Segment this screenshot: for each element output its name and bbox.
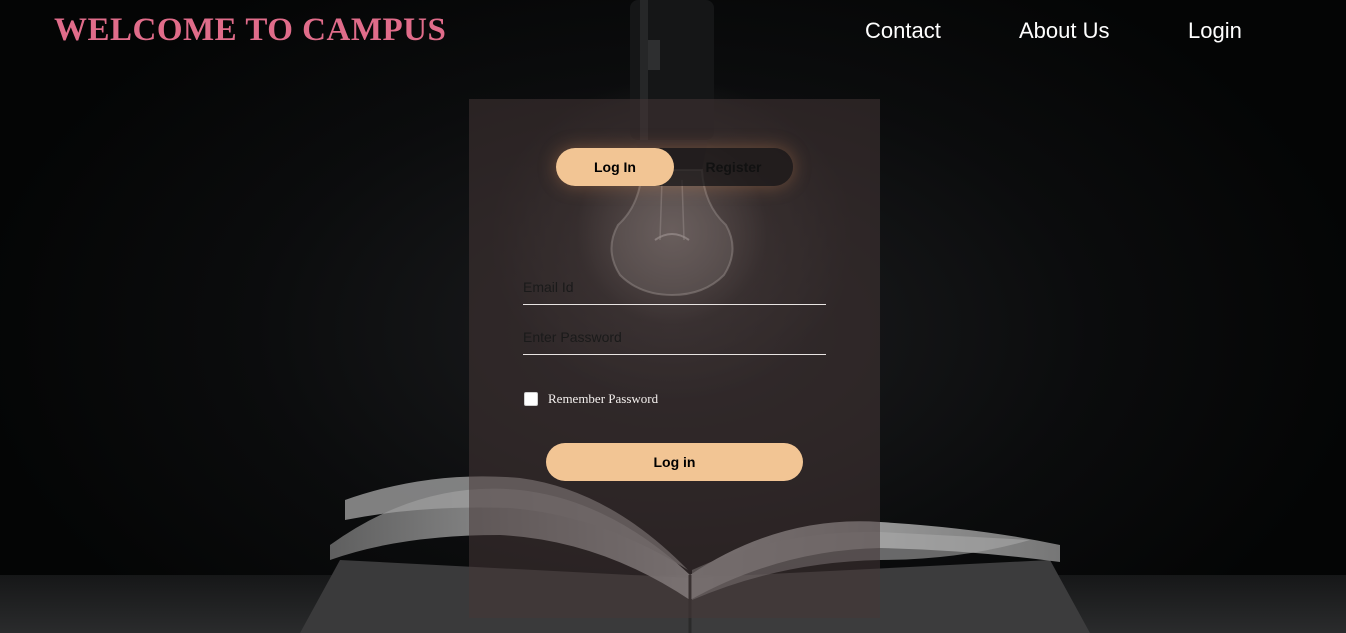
tab-log-in[interactable]: Log In [556, 148, 674, 186]
login-panel: Log In Register Remember Password Log in [469, 99, 880, 618]
email-input[interactable] [523, 270, 826, 305]
page: WELCOME TO CAMPUS Contact About Us Login… [0, 0, 1346, 633]
nav-link-login[interactable]: Login [1188, 18, 1242, 44]
top-navigation: Contact About Us Login [0, 18, 1346, 48]
nav-link-about-us[interactable]: About Us [1019, 18, 1110, 44]
password-input[interactable] [523, 320, 826, 355]
form-tab-switch: Log In Register [556, 148, 793, 186]
log-in-button[interactable]: Log in [546, 443, 803, 481]
nav-link-contact[interactable]: Contact [865, 18, 941, 44]
tab-register[interactable]: Register [674, 148, 793, 186]
remember-password-checkbox[interactable] [524, 392, 538, 406]
remember-password-label: Remember Password [548, 391, 659, 406]
